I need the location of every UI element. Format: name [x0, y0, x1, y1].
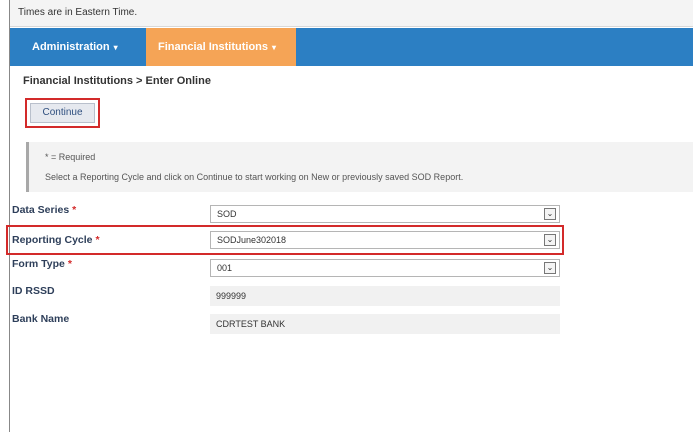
id-rssd-label: ID RSSD: [12, 285, 55, 297]
data-series-value: SOD: [217, 209, 237, 219]
data-series-label: Data Series *: [12, 204, 76, 216]
dropdown-arrow-icon[interactable]: ⌄: [544, 234, 556, 246]
dropdown-arrow-icon[interactable]: ⌄: [544, 208, 556, 220]
data-series-label-text: Data Series: [12, 204, 70, 216]
info-box: * = Required Select a Reporting Cycle an…: [26, 142, 693, 192]
continue-button-highlight: Continue: [25, 98, 100, 128]
nav-administration[interactable]: Administration ▾: [20, 28, 144, 66]
timezone-note-bar: Times are in Eastern Time.: [10, 0, 693, 27]
nav-administration-label: Administration: [32, 41, 110, 53]
dropdown-arrow-icon[interactable]: ⌄: [544, 262, 556, 274]
required-note: * = Required: [45, 152, 96, 162]
nav-financial-institutions[interactable]: Financial Institutions ▾: [146, 28, 296, 66]
bank-name-label: Bank Name: [12, 313, 70, 325]
continue-button[interactable]: Continue: [30, 103, 95, 123]
required-asterisk: *: [72, 204, 77, 216]
reporting-cycle-value: SODJune302018: [217, 235, 287, 245]
timezone-note: Times are in Eastern Time.: [18, 7, 138, 18]
reporting-cycle-label: Reporting Cycle *: [12, 234, 100, 246]
main-navbar: Administration ▾ Financial Institutions ▾: [10, 28, 693, 66]
reporting-cycle-select[interactable]: SODJune302018 ⌄: [210, 231, 560, 249]
bank-name-value: CDRTEST BANK: [210, 314, 560, 334]
required-asterisk: *: [67, 258, 72, 270]
chevron-down-icon: ▾: [113, 43, 118, 52]
required-asterisk: *: [95, 234, 100, 246]
form-type-select[interactable]: 001 ⌄: [210, 259, 560, 277]
chevron-down-icon: ▾: [272, 43, 277, 52]
form-type-label-text: Form Type: [12, 258, 65, 270]
id-rssd-value: 999999: [210, 286, 560, 306]
instructions-text: Select a Reporting Cycle and click on Co…: [45, 172, 464, 182]
form-type-value: 001: [217, 263, 233, 273]
app-frame: Times are in Eastern Time. Administratio…: [6, 0, 693, 432]
nav-financial-institutions-label: Financial Institutions: [158, 41, 269, 53]
data-series-select[interactable]: SOD ⌄: [210, 205, 560, 223]
reporting-cycle-label-text: Reporting Cycle: [12, 234, 93, 246]
breadcrumb: Financial Institutions > Enter Online: [23, 75, 211, 87]
form-type-label: Form Type *: [12, 258, 72, 270]
